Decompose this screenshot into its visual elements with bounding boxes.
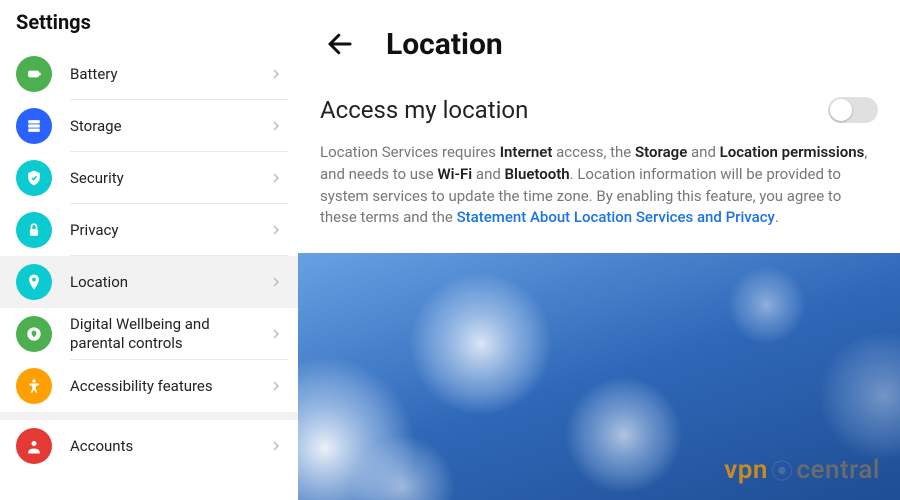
page-header: Location xyxy=(298,0,900,74)
group-divider xyxy=(0,412,298,420)
lock-icon xyxy=(16,212,52,248)
sidebar-item-privacy[interactable]: Privacy xyxy=(0,204,298,256)
shield-icon xyxy=(16,160,52,196)
access-location-toggle[interactable] xyxy=(828,97,878,123)
chevron-right-icon xyxy=(268,326,284,342)
setting-block: Access my location Location Services req… xyxy=(298,74,900,253)
access-location-row: Access my location xyxy=(320,96,878,124)
sidebar-list: Battery Storage Security xyxy=(0,48,298,500)
accessibility-icon xyxy=(16,368,52,404)
sidebar-item-digital-wellbeing[interactable]: Digital Wellbeing and parental controls xyxy=(0,308,298,360)
wellbeing-icon xyxy=(16,316,52,352)
sidebar-item-storage[interactable]: Storage xyxy=(0,100,298,152)
sidebar-item-accounts[interactable]: Accounts xyxy=(0,420,298,472)
location-pin-icon xyxy=(16,264,52,300)
page-title: Location xyxy=(386,27,503,62)
chevron-right-icon xyxy=(268,438,284,454)
settings-sidebar: Settings Battery Storage xyxy=(0,0,298,500)
toggle-knob xyxy=(830,99,852,121)
sidebar-item-label: Security xyxy=(52,169,268,188)
storage-icon xyxy=(16,108,52,144)
sidebar-item-security[interactable]: Security xyxy=(0,152,298,204)
chevron-right-icon xyxy=(268,66,284,82)
back-button[interactable] xyxy=(320,24,360,64)
arrow-left-icon xyxy=(325,29,355,59)
sidebar-item-label: Battery xyxy=(52,65,268,84)
sidebar-item-label: Digital Wellbeing and parental controls xyxy=(52,315,268,353)
setting-description: Location Services requires Internet acce… xyxy=(320,142,878,229)
chevron-right-icon xyxy=(268,274,284,290)
sidebar-item-label: Accessibility features xyxy=(52,377,268,396)
setting-title: Access my location xyxy=(320,96,528,124)
hero-image: vpn⦿central xyxy=(298,253,900,500)
sidebar-item-accessibility[interactable]: Accessibility features xyxy=(0,360,298,412)
account-icon xyxy=(16,428,52,464)
sidebar-title: Settings xyxy=(0,0,298,48)
sidebar-item-label: Storage xyxy=(52,117,268,136)
watermark-dot-icon: ⦿ xyxy=(770,454,795,486)
sidebar-item-location[interactable]: Location xyxy=(0,256,298,308)
privacy-statement-link[interactable]: Statement About Location Services and Pr… xyxy=(457,208,775,226)
watermark-logo: vpn⦿central xyxy=(724,454,880,486)
chevron-right-icon xyxy=(268,222,284,238)
sidebar-item-label: Accounts xyxy=(52,437,268,456)
chevron-right-icon xyxy=(268,378,284,394)
sidebar-item-label: Location xyxy=(52,273,268,292)
battery-icon xyxy=(16,56,52,92)
sidebar-item-battery[interactable]: Battery xyxy=(0,48,298,100)
sidebar-item-label: Privacy xyxy=(52,221,268,240)
chevron-right-icon xyxy=(268,170,284,186)
chevron-right-icon xyxy=(268,118,284,134)
main-panel: Location Access my location Location Ser… xyxy=(298,0,900,500)
